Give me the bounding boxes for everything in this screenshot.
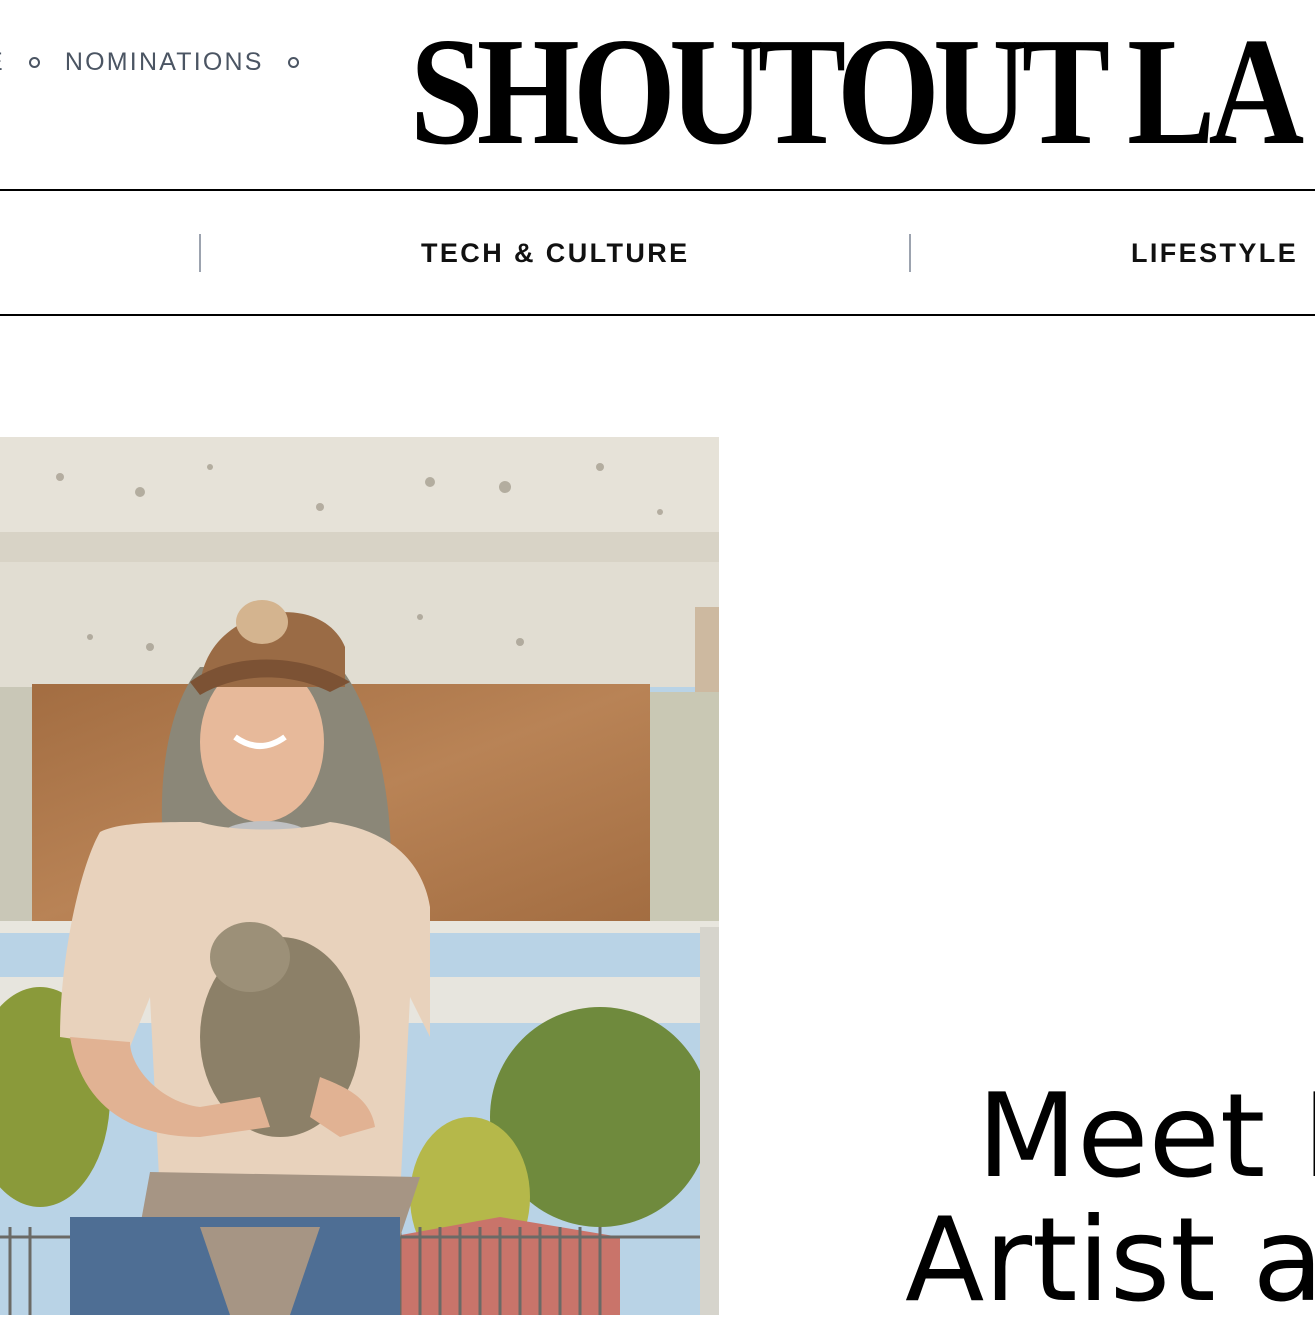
portrait-photo bbox=[0, 437, 719, 1315]
nav-separator bbox=[199, 234, 201, 272]
nav-item-lifestyle[interactable]: LIFESTYLE bbox=[1131, 235, 1298, 271]
circle-bullet-icon bbox=[28, 56, 40, 68]
top-nav-item-nominations[interactable]: NOMINATIONS bbox=[65, 48, 264, 77]
top-nav: E NOMINATIONS bbox=[0, 44, 324, 80]
headline-line-1: Meet I bbox=[977, 1069, 1315, 1204]
site-header: E NOMINATIONS SHOUTOUT LA bbox=[0, 0, 1315, 190]
category-nav: TECH & CULTURE LIFESTYLE bbox=[0, 191, 1315, 315]
nav-item-tech-culture[interactable]: TECH & CULTURE bbox=[421, 235, 690, 271]
article-headline: Meet I Artist a bbox=[905, 1075, 1315, 1323]
nav-divider bbox=[0, 314, 1315, 316]
top-nav-item-partial[interactable]: E bbox=[0, 48, 5, 77]
site-logo[interactable]: SHOUTOUT LA bbox=[410, 15, 1304, 169]
article-featured-image bbox=[0, 437, 719, 1315]
circle-bullet-icon bbox=[287, 56, 299, 68]
headline-line-2: Artist a bbox=[905, 1193, 1315, 1328]
nav-separator bbox=[909, 234, 911, 272]
